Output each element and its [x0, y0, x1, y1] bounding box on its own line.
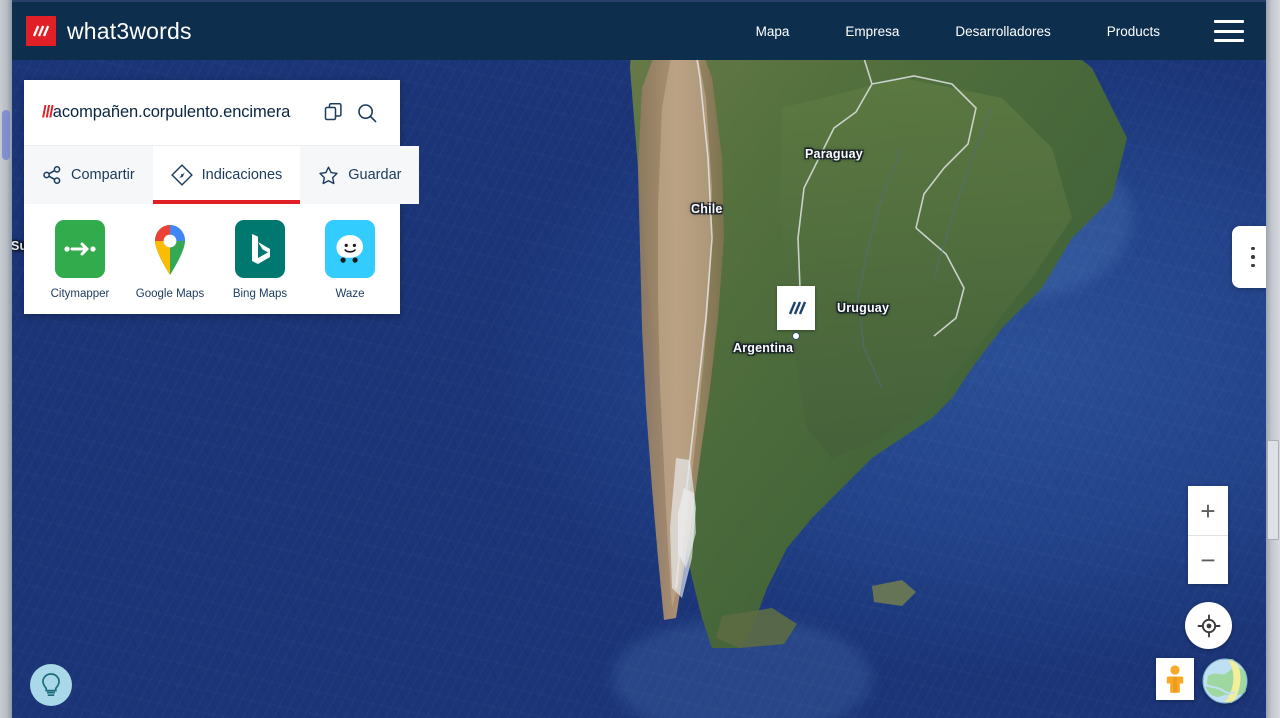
citymapper-icon	[55, 220, 105, 278]
street-view-pegman-icon	[1166, 665, 1184, 693]
more-options-dot-2	[1251, 255, 1255, 259]
app-bing-maps[interactable]: Bing Maps	[226, 220, 294, 300]
navigation-apps-list: Citymapper Google Maps Bing Maps Waze	[24, 204, 400, 314]
browser-left-edge	[0, 0, 12, 718]
south-america-landmass	[572, 58, 1132, 648]
more-options-dot-1	[1251, 246, 1255, 251]
basemap-toggle-button[interactable]	[1202, 658, 1248, 704]
app-citymapper[interactable]: Citymapper	[46, 220, 114, 300]
app-bing-maps-label: Bing Maps	[232, 288, 288, 300]
share-icon	[42, 165, 62, 185]
app-waze[interactable]: Waze	[316, 220, 384, 300]
zoom-out-button[interactable]: −	[1188, 535, 1228, 584]
location-info-panel: ///acompañen.corpulento.encimera Compart…	[24, 80, 420, 314]
w3w-slashes-logo	[26, 16, 56, 46]
nav-desarrolladores[interactable]: Desarrolladores	[927, 24, 1078, 39]
bing-maps-icon	[235, 220, 285, 278]
hamburger-bar-3	[1214, 39, 1244, 42]
nav-products[interactable]: Products	[1079, 24, 1188, 39]
brand-logo[interactable]: what3words	[26, 16, 192, 46]
tab-indicaciones[interactable]: Indicaciones	[152, 146, 301, 204]
app-google-maps-label: Google Maps	[135, 288, 205, 300]
star-icon	[318, 165, 339, 186]
brand-name: what3words	[67, 17, 192, 44]
nav-empresa[interactable]: Empresa	[817, 24, 927, 39]
app-google-maps[interactable]: Google Maps	[136, 220, 204, 300]
w3w-location-marker[interactable]	[777, 286, 815, 340]
app-waze-label: Waze	[335, 288, 365, 300]
marker-card	[777, 286, 815, 330]
marker-slashes-icon	[788, 301, 807, 315]
main-navigation: Mapa Empresa Desarrolladores Products	[728, 20, 1268, 42]
app-citymapper-label: Citymapper	[50, 288, 110, 300]
tab-guardar[interactable]: Guardar	[300, 146, 420, 204]
search-icon[interactable]	[350, 96, 384, 130]
page-scroll-thumb[interactable]	[2, 110, 10, 160]
hamburger-menu-icon[interactable]	[1214, 20, 1244, 42]
panel-tabs: Compartir Indicaciones Guardar	[24, 146, 420, 204]
nav-mapa[interactable]: Mapa	[728, 24, 818, 39]
google-maps-pin-icon	[145, 220, 195, 278]
w3w-address-words: acompañen.corpulento.encimera	[52, 103, 291, 121]
w3w-address-slashes: ///	[42, 103, 54, 121]
zoom-controls: + −	[1188, 486, 1228, 584]
more-options-dot-3	[1251, 263, 1255, 268]
hamburger-bar-1	[1214, 20, 1244, 23]
tab-guardar-label: Guardar	[348, 167, 402, 183]
compass-diamond-icon	[170, 164, 193, 186]
tab-compartir[interactable]: Compartir	[24, 146, 153, 204]
right-edge-hint-box	[1267, 440, 1279, 540]
copy-icon[interactable]	[316, 96, 350, 130]
waze-icon	[325, 220, 375, 278]
tab-compartir-label: Compartir	[71, 167, 135, 183]
w3w-search-bar[interactable]: ///acompañen.corpulento.encimera	[24, 80, 400, 146]
tips-lightbulb-button[interactable]	[30, 664, 72, 706]
tab-indicaciones-label: Indicaciones	[201, 167, 283, 183]
what3words-map-app: Paraguay Chile Uruguay Argentina Sur + −…	[0, 0, 1280, 718]
street-view-pegman-button[interactable]	[1156, 658, 1194, 700]
marker-point-dot	[792, 332, 800, 340]
locate-crosshair-icon	[1197, 614, 1220, 637]
hamburger-bar-2	[1214, 29, 1244, 33]
globe-basemap-icon	[1202, 658, 1248, 704]
w3w-address[interactable]: ///acompañen.corpulento.encimera	[42, 103, 316, 122]
locate-me-button[interactable]	[1185, 602, 1232, 649]
browser-right-edge[interactable]	[1266, 0, 1280, 718]
zoom-in-button[interactable]: +	[1188, 486, 1228, 535]
lightbulb-tips-icon	[42, 673, 60, 696]
site-header: what3words Mapa Empresa Desarrolladores …	[12, 2, 1268, 60]
map-more-options-button[interactable]	[1232, 226, 1268, 288]
